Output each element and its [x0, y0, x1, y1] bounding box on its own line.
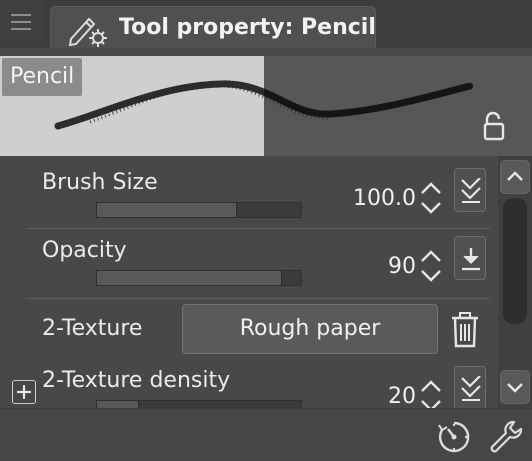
preset-label: Pencil — [2, 58, 83, 96]
row-divider — [26, 228, 490, 229]
tab-title: Tool property: Pencil — [119, 15, 376, 40]
property-list: Brush Size 100.0 Opacity 90 2-Texture 2-… — [0, 156, 498, 408]
opacity-value[interactable]: 90 — [320, 254, 416, 279]
texture-density-spinner[interactable] — [418, 376, 444, 408]
scroll-up-button[interactable] — [500, 160, 530, 194]
pressure-check-icon — [461, 178, 481, 203]
brush-preview[interactable]: Pencil — [0, 56, 532, 156]
trash-icon[interactable] — [448, 312, 482, 348]
opacity-slider-fill — [97, 271, 282, 285]
texture-select[interactable]: Rough paper — [182, 304, 438, 354]
expand-category-button[interactable] — [12, 380, 36, 404]
texture-label: 2-Texture — [42, 316, 143, 341]
texture-density-value[interactable]: 20 — [320, 384, 416, 408]
download-arrow-icon — [462, 248, 480, 271]
texture-density-slider-fill — [97, 401, 139, 408]
chevron-down-icon — [507, 383, 523, 393]
scroll-down-button[interactable] — [500, 370, 530, 404]
brush-size-label: Brush Size — [42, 170, 158, 195]
opacity-spinner[interactable] — [418, 246, 444, 286]
brush-size-slider[interactable] — [96, 202, 302, 218]
opacity-label: Opacity — [42, 238, 127, 263]
texture-density-pressure-button[interactable] — [454, 366, 486, 408]
panel-menu-button[interactable] — [0, 0, 44, 46]
plus-icon — [17, 385, 31, 399]
clock-icon[interactable] — [436, 419, 472, 455]
chevron-up-icon — [507, 171, 523, 181]
lock-icon[interactable] — [482, 110, 512, 142]
brush-size-spinner[interactable] — [418, 178, 444, 218]
panel-header: Tool property: Pencil — [0, 0, 532, 48]
tab-tool-property[interactable]: Tool property: Pencil — [50, 6, 376, 48]
row-divider — [26, 298, 490, 299]
hamburger-icon — [11, 14, 31, 30]
texture-density-label: 2-Texture density — [42, 368, 231, 393]
opacity-slider[interactable] — [96, 270, 302, 286]
brush-size-value[interactable]: 100.0 — [320, 186, 416, 211]
brush-size-pressure-button[interactable] — [454, 168, 486, 212]
brush-size-slider-fill — [97, 203, 237, 217]
opacity-download-button[interactable] — [454, 236, 486, 280]
texture-density-slider[interactable] — [96, 400, 302, 408]
pencil-settings-icon — [68, 17, 107, 47]
wrench-icon[interactable] — [488, 419, 524, 455]
scrollbar-thumb[interactable] — [503, 198, 527, 324]
pressure-check-icon — [461, 376, 481, 401]
panel-footer — [0, 408, 532, 461]
